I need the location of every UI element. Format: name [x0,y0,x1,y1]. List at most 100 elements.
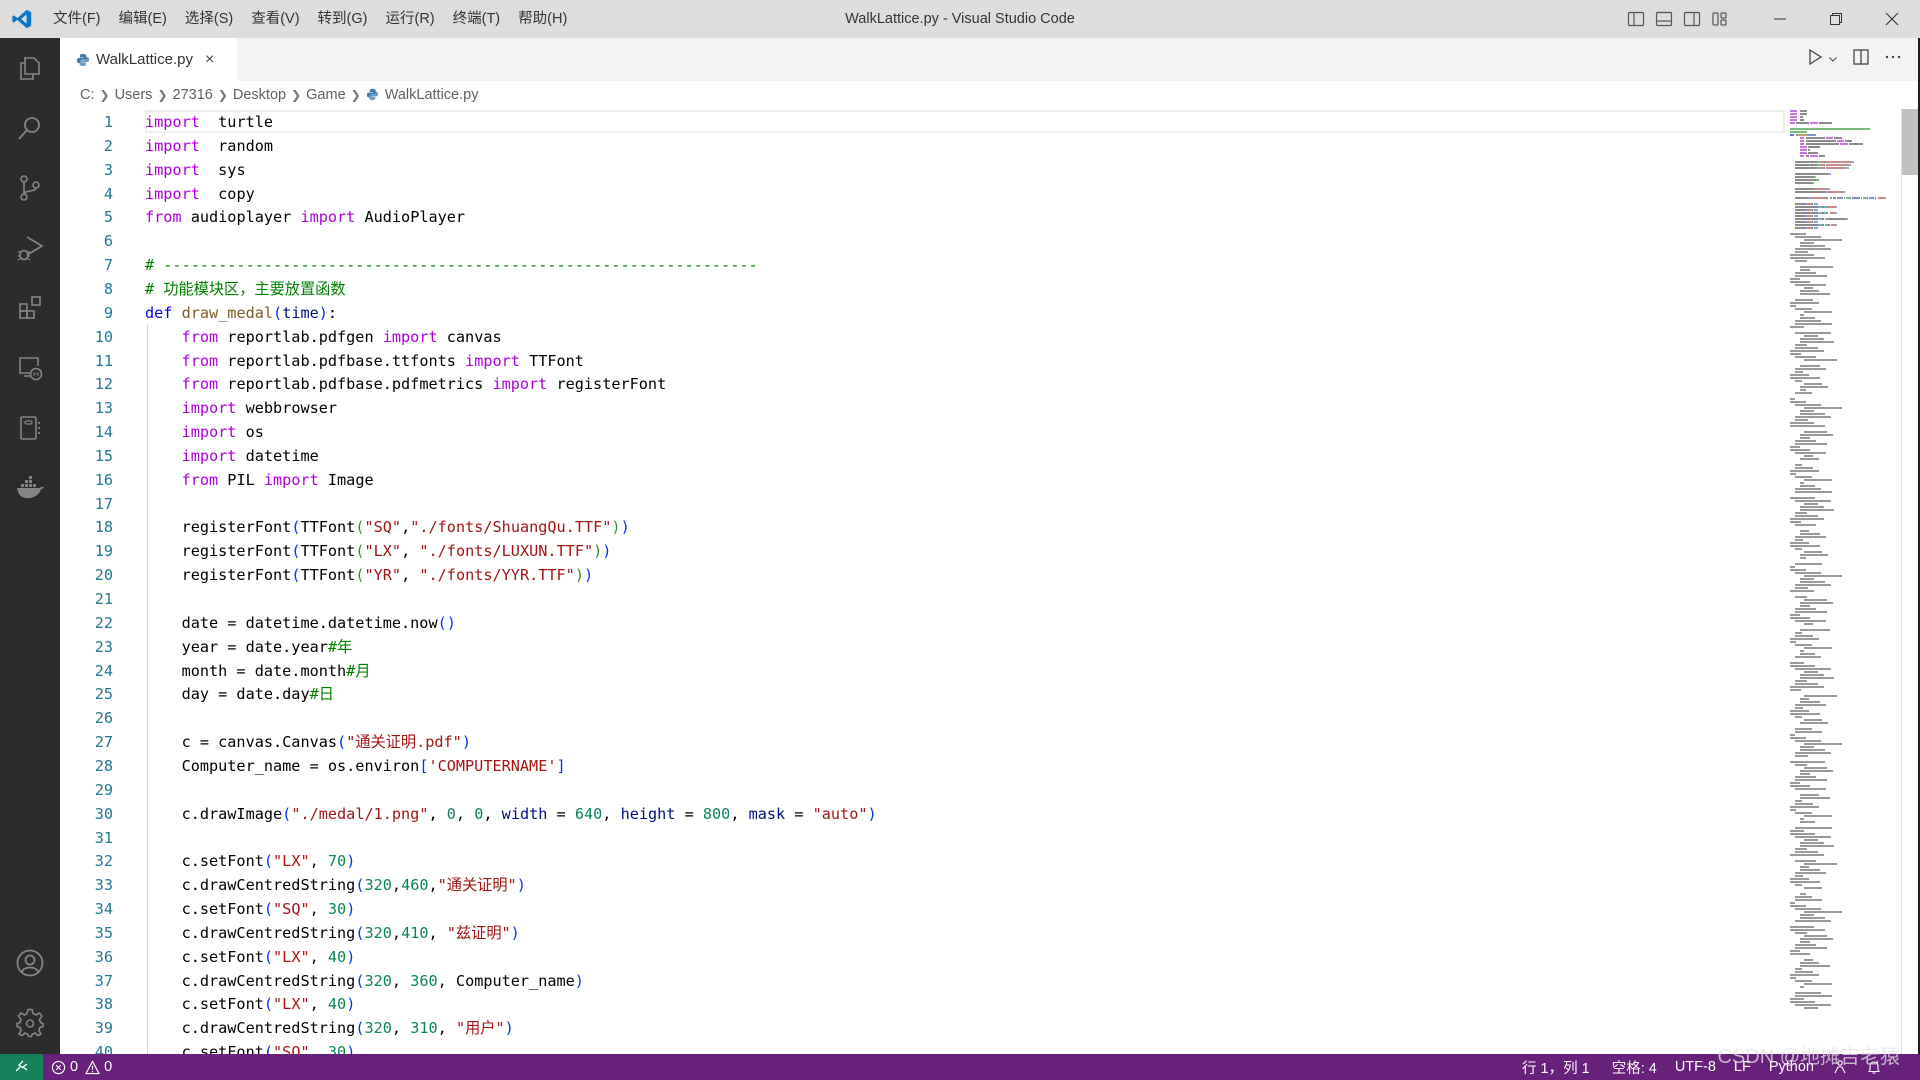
language-mode[interactable]: Python [1759,1054,1822,1080]
close-window-button[interactable] [1864,0,1920,38]
menu-item[interactable]: 编辑(E) [110,5,176,33]
code-text: import sys [145,160,246,179]
minimap-block [1790,233,1806,235]
minimap-block [1794,344,1807,346]
toggle-primary-sidebar-icon[interactable] [1622,0,1650,38]
line-number: 19 [94,542,113,561]
minimap-block [1804,815,1832,817]
minimap-block [1799,845,1835,847]
code-text: c.setFont("LX", 40) [145,995,356,1014]
minimap-block [1828,218,1847,220]
encoding[interactable]: UTF-8 [1665,1054,1724,1080]
run-dropdown-chevron-icon[interactable] [1828,51,1838,69]
code-editor[interactable]: 1 import turtle 2 import random 3 import sys 4… [60,108,1788,1054]
accounts-icon[interactable] [0,933,60,993]
minimap-block [1794,656,1822,658]
vertical-scrollbar[interactable] [1901,108,1919,1054]
minimap-block [1790,974,1819,976]
menu-item[interactable]: 选择(S) [176,5,242,33]
minimap-block [1794,227,1806,229]
toggle-secondary-sidebar-icon[interactable] [1678,0,1706,38]
split-editor-icon[interactable] [1852,48,1870,71]
minimap-block [1794,971,1813,973]
problems-indicator[interactable]: 0 0 [43,1054,120,1080]
customize-layout-icon[interactable] [1706,0,1734,38]
docker-icon[interactable] [0,458,60,518]
search-icon[interactable] [0,98,60,158]
notebook-icon[interactable] [0,398,60,458]
minimap-block [1836,140,1844,142]
remote-indicator[interactable] [0,1054,43,1080]
source-control-icon[interactable] [0,158,60,218]
minimap-block [1790,737,1806,739]
run-python-file-icon[interactable] [1806,48,1824,71]
minimap-block [1835,212,1837,214]
minimap-block [1799,137,1805,139]
menu-item[interactable]: 查看(V) [242,5,308,33]
feedback-icon[interactable] [1822,1054,1856,1080]
end-of-line[interactable]: LF [1724,1054,1759,1080]
extensions-icon[interactable] [0,278,60,338]
code-line: 9 def draw_medal(time): [60,301,1788,325]
minimap-block [1794,515,1818,517]
minimap-block [1799,722,1829,724]
minimap-block [1790,806,1819,808]
manage-gear-icon[interactable] [0,993,60,1053]
minimap[interactable] [1788,108,1901,1054]
minimap-block [1811,221,1813,223]
minimap-block [1799,116,1804,118]
minimap-block [1799,557,1806,559]
menu-item[interactable]: 帮助(H) [509,5,576,33]
run-and-debug-icon[interactable] [0,218,60,278]
minimap-block [1816,215,1818,217]
minimap-block [1790,569,1806,571]
line-number: 18 [94,518,113,537]
breadcrumb-item[interactable]: Users [115,87,153,103]
minimize-button[interactable] [1752,0,1808,38]
breadcrumb-item[interactable]: WalkLattice.py [385,87,479,103]
menu-item[interactable]: 文件(F) [44,5,110,33]
code-text: import datetime [181,446,319,465]
notifications-bell-icon[interactable] [1856,1054,1890,1080]
code-line: 12 from reportlab.pdfbase.pdfmetrics imp… [60,372,1788,396]
menu-item[interactable]: 运行(R) [376,5,443,33]
code-line: 6 [60,229,1788,253]
line-number: 16 [94,470,113,489]
code-text: registerFont(TTFont("LX", "./fonts/LUXUN… [145,542,612,561]
breadcrumb-item[interactable]: Game [306,87,346,103]
minimap-block [1794,707,1804,709]
line-number: 3 [103,160,113,179]
tab-close-icon[interactable]: × [205,51,214,69]
minimap-block [1790,905,1806,907]
minimap-block [1816,221,1818,223]
minimap-block [1790,590,1814,592]
minimap-block [1794,836,1831,838]
cursor-position[interactable]: 行 1，列 1 [1514,1054,1598,1080]
code-text: from audioplayer import AudioPlayer [145,208,466,227]
breadcrumb-item[interactable]: 27316 [173,87,213,103]
minimap-block [1790,713,1820,715]
scrollbar-thumb[interactable] [1902,109,1919,175]
remote-explorer-icon[interactable] [0,338,60,398]
explorer-icon[interactable] [0,38,60,98]
breadcrumb-item[interactable]: Desktop [233,87,286,103]
minimap-block [1846,218,1848,220]
minimap-block [1826,137,1834,139]
minimap-block [1844,197,1846,199]
restore-button[interactable] [1808,0,1864,38]
indentation[interactable]: 空格: 4 [1598,1054,1665,1080]
minimap-block [1808,146,1820,148]
minimap-block [1799,842,1824,844]
more-actions-icon[interactable] [1884,48,1902,71]
minimap-block [1804,839,1818,841]
line-number: 2 [103,136,113,155]
menu-item[interactable]: 终端(T) [444,5,510,33]
minimap-block [1799,629,1830,631]
breadcrumb-item[interactable]: C: [80,87,95,103]
tab-walklattice[interactable]: WalkLattice.py × [60,38,237,81]
menu-item[interactable]: 转到(G) [309,5,377,33]
minimap-block [1799,152,1807,154]
toggle-panel-icon[interactable] [1650,0,1678,38]
minimap-block [1794,803,1813,805]
code-line: 30 c.drawImage("./medal/1.png", 0, 0, wi… [60,802,1788,826]
